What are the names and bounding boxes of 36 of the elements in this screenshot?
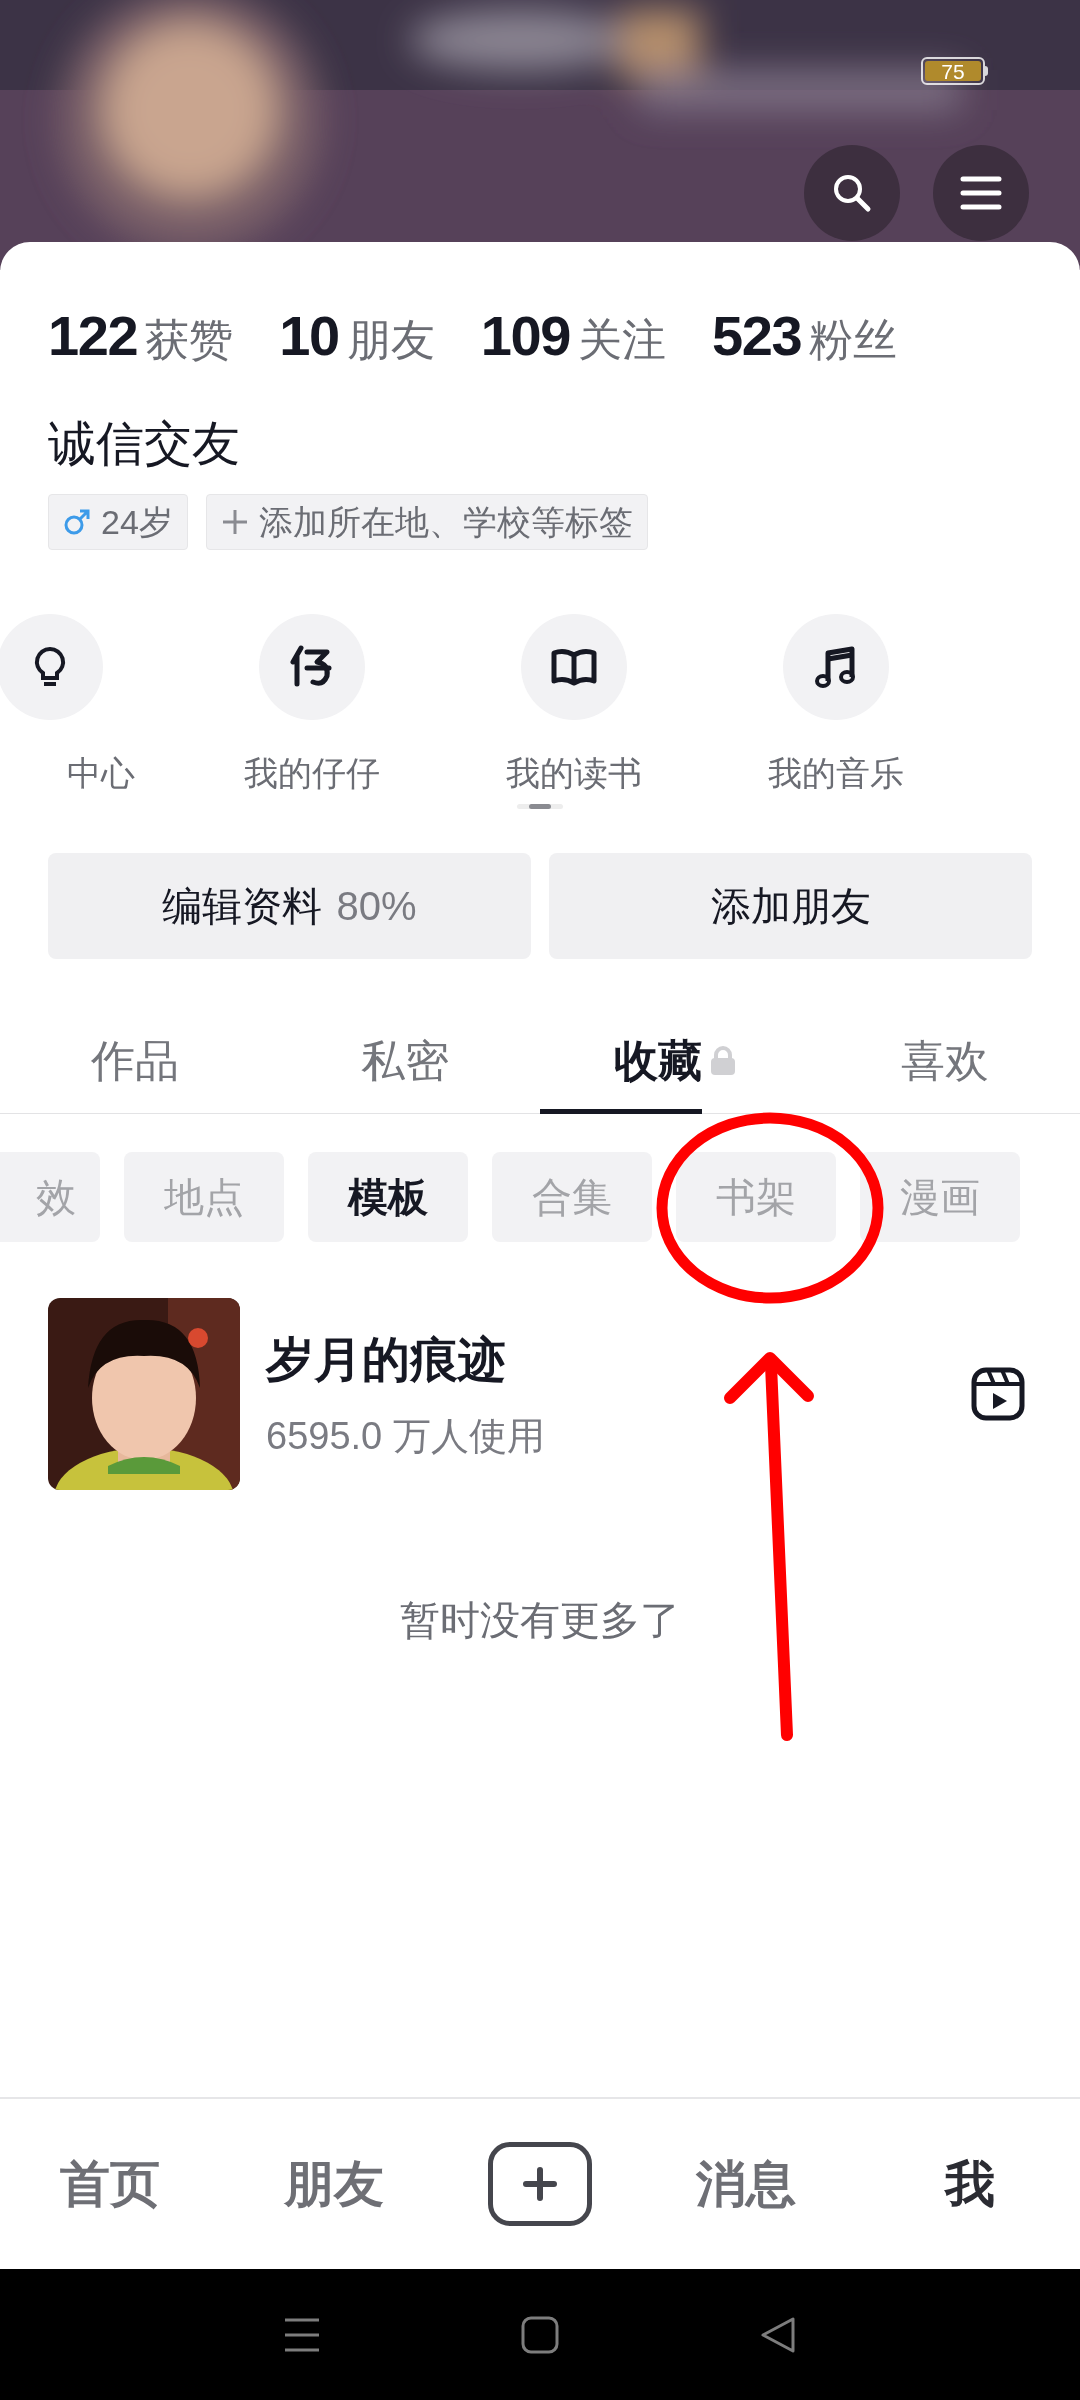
age-tag: 24岁 <box>48 494 188 550</box>
nav-tab[interactable]: 消息 <box>676 2146 816 2222</box>
stat-item[interactable]: 523粉丝 <box>711 294 898 378</box>
nav-tab[interactable]: 我 <box>900 2146 1040 2222</box>
add-tag-button[interactable]: 添加所在地、学校等标签 <box>205 494 648 550</box>
nav-tab[interactable]: 朋友 <box>264 2146 404 2222</box>
profile-action-button[interactable]: 添加朋友 <box>549 853 1032 959</box>
back-icon[interactable] <box>759 2315 797 2354</box>
male-icon <box>63 508 91 536</box>
tab[interactable]: 私密 <box>270 1009 540 1113</box>
stat-item[interactable]: 109 关注 <box>480 294 666 378</box>
plus-icon <box>220 508 249 536</box>
shortcut-label[interactable]: 中心 <box>67 748 181 799</box>
stat-item[interactable]: 10 朋友 <box>279 294 435 378</box>
tab[interactable]: 喜欢 <box>810 1009 1080 1113</box>
stat-item[interactable]: 122获赞 <box>48 294 234 378</box>
nav-tab[interactable]: 首页 <box>40 2146 180 2222</box>
battery-icon: 75 <box>921 57 988 85</box>
menu-icon <box>960 175 1002 211</box>
page-indicator <box>517 804 563 809</box>
shortcut-label[interactable]: 我的读书 <box>506 748 642 799</box>
menu-icon[interactable] <box>283 2316 321 2353</box>
item-subtitle: 6595.0 万人使用 <box>266 1413 546 1459</box>
video-template-button[interactable] <box>970 1366 1026 1422</box>
filter-chip[interactable]: 模板 <box>308 1152 468 1242</box>
create-button[interactable] <box>488 2142 592 2226</box>
shortcut-label[interactable]: 我的音乐 <box>768 748 904 799</box>
tab[interactable]: 作品 <box>0 1009 270 1113</box>
profile-action-button[interactable]: 编辑资料 80% <box>48 853 531 959</box>
plus-icon <box>522 2166 558 2202</box>
shortcut-label[interactable]: 我的仔仔 <box>244 748 380 799</box>
tab[interactable]: 收藏 <box>540 1009 810 1113</box>
item-title[interactable]: 岁月的痕迹 <box>266 1323 944 1396</box>
nickname: 诚信交友 <box>47 416 241 472</box>
end-of-list-text: 暂时没有更多了 <box>400 1597 680 1644</box>
home-icon[interactable] <box>521 2315 559 2354</box>
